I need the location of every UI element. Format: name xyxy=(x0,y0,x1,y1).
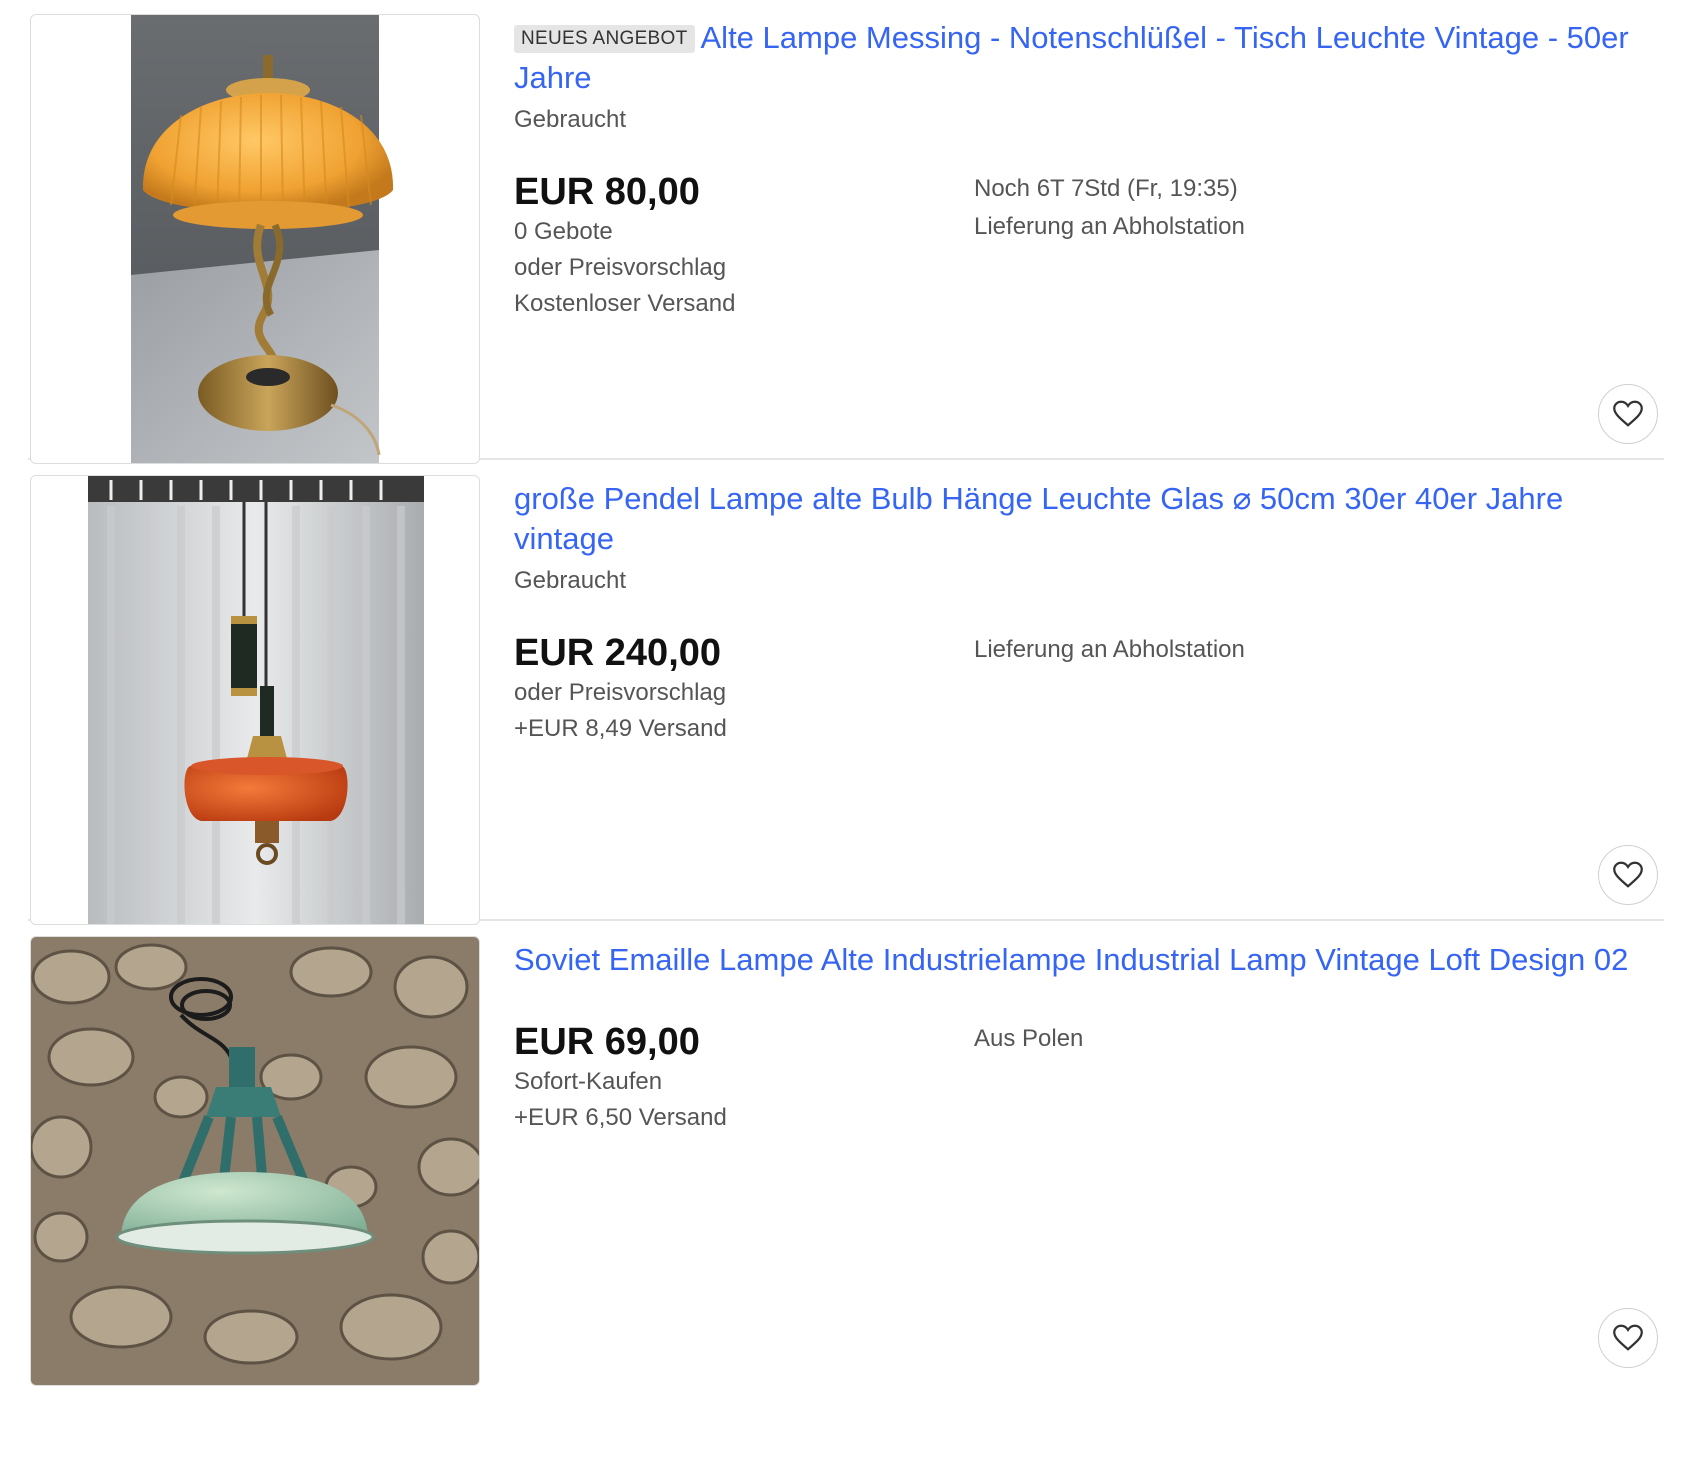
heart-icon xyxy=(1613,1324,1643,1351)
listing-image[interactable] xyxy=(30,14,480,464)
pendant-lamp-photo xyxy=(88,476,424,924)
bid-count: 0 Gebote xyxy=(514,218,613,245)
time-left: Noch 6T 7Std (Fr, 19:35) xyxy=(974,175,1238,202)
listing-image[interactable] xyxy=(30,936,480,1386)
shipping-text: Kostenloser Versand xyxy=(514,290,736,317)
listing-title: NEUES ANGEBOT Alte Lampe Messing - Notens… xyxy=(514,18,1634,98)
listing-item: große Pendel Lampe alte Bulb Hänge Leuch… xyxy=(28,461,1664,925)
best-offer-text: oder Preisvorschlag xyxy=(514,254,727,281)
delivery-option: Lieferung an Abholstation xyxy=(974,636,1245,663)
price: EUR 80,00 xyxy=(514,171,700,213)
listing-item: NEUES ANGEBOT Alte Lampe Messing - Notens… xyxy=(28,0,1664,464)
item-location: Aus Polen xyxy=(974,1025,1084,1052)
condition-text: Gebraucht xyxy=(514,106,627,133)
price: EUR 69,00 xyxy=(514,1021,700,1063)
watch-button[interactable] xyxy=(1598,384,1658,444)
condition-text: Gebraucht xyxy=(514,567,627,594)
search-results-list: NEUES ANGEBOT Alte Lampe Messing - Notens… xyxy=(0,0,1686,1470)
listing-title: Soviet Emaille Lampe Alte Industrielampe… xyxy=(514,940,1634,980)
shipping-text: +EUR 6,50 Versand xyxy=(514,1104,727,1131)
shipping-text: +EUR 8,49 Versand xyxy=(514,715,727,742)
listing-title-link[interactable]: große Pendel Lampe alte Bulb Hänge Leuch… xyxy=(514,481,1563,556)
listing-title-link[interactable]: Soviet Emaille Lampe Alte Industrielampe… xyxy=(514,942,1628,977)
delivery-option: Lieferung an Abholstation xyxy=(974,213,1245,240)
buy-it-now-text: Sofort-Kaufen xyxy=(514,1068,663,1095)
listing-image[interactable] xyxy=(30,475,480,925)
watch-button[interactable] xyxy=(1598,1308,1658,1368)
brass-table-lamp-photo xyxy=(131,15,394,463)
industrial-enamel-lamp-photo xyxy=(31,937,479,1385)
watch-button[interactable] xyxy=(1598,845,1658,905)
heart-icon xyxy=(1613,400,1643,427)
new-listing-badge: NEUES ANGEBOT xyxy=(514,25,695,53)
best-offer-text: oder Preisvorschlag xyxy=(514,679,727,706)
listing-title: große Pendel Lampe alte Bulb Hänge Leuch… xyxy=(514,479,1634,559)
price: EUR 240,00 xyxy=(514,632,722,674)
listing-item: Soviet Emaille Lampe Alte Industrielampe… xyxy=(28,922,1664,1470)
heart-icon xyxy=(1613,861,1643,888)
